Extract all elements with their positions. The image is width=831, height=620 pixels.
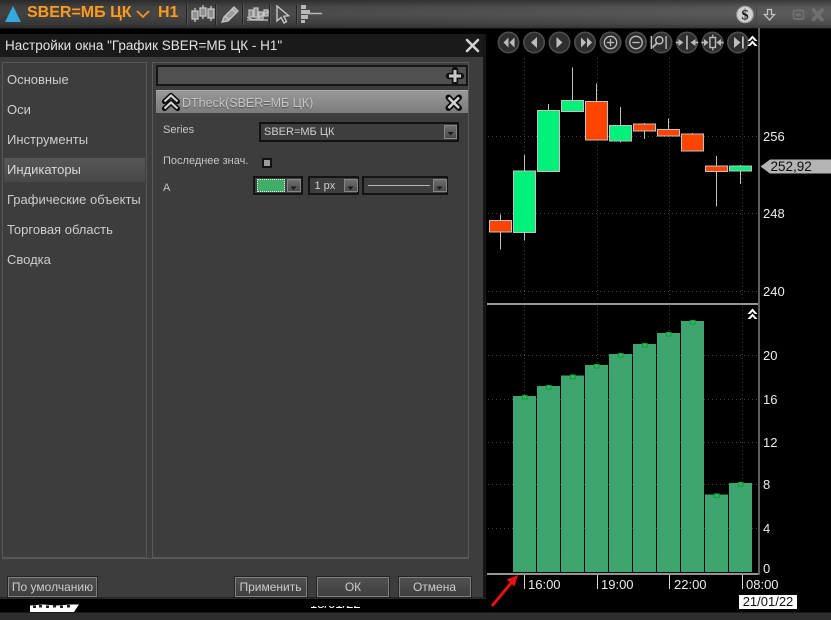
svg-text:$: $ (741, 8, 748, 24)
svg-text:252,92: 252,92 (771, 159, 812, 174)
